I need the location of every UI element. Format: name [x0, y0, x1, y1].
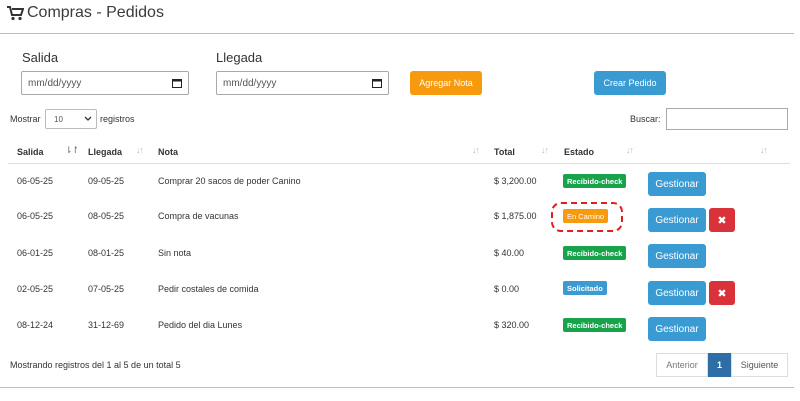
cell-total: $ 40.00: [494, 248, 525, 258]
cell-salida: 06-05-25: [17, 176, 54, 186]
calendar-icon[interactable]: [172, 78, 182, 88]
cell-total: $ 1,875.00: [494, 211, 537, 221]
cell-nota: Pedir costales de comida: [158, 284, 259, 294]
cell-salida: 02-05-25: [17, 284, 54, 294]
manage-button[interactable]: Gestionar: [648, 172, 706, 196]
cell-salida: 08-12-24: [17, 320, 54, 330]
records-label: registros: [100, 114, 135, 124]
show-label: Mostrar: [10, 114, 41, 124]
prev-page-button[interactable]: Anterior: [656, 353, 708, 377]
next-page-button[interactable]: Siguiente: [731, 353, 788, 377]
cell-llegada: 09-05-25: [88, 176, 125, 186]
column-header-estado[interactable]: Estado: [564, 147, 594, 157]
cell-total: $ 3,200.00: [494, 176, 537, 186]
column-header-nota[interactable]: Nota: [158, 147, 178, 157]
header-divider: [0, 33, 794, 34]
manage-button[interactable]: Gestionar: [648, 244, 706, 268]
cell-llegada: 08-01-25: [88, 248, 125, 258]
cell-total: $ 0.00: [494, 284, 520, 294]
cell-salida: 06-01-25: [17, 248, 54, 258]
manage-button[interactable]: Gestionar: [648, 208, 706, 232]
status-badge: Recibido-check: [563, 246, 627, 260]
status-badge: En Camino: [563, 209, 609, 223]
search-input[interactable]: [666, 108, 788, 130]
footer-divider: [0, 387, 794, 388]
cell-llegada: 07-05-25: [88, 284, 125, 294]
sort-icon[interactable]: ↓↑: [472, 145, 480, 155]
chevron-down-icon: [84, 116, 92, 121]
calendar-icon[interactable]: [372, 78, 382, 88]
status-badge: Recibido-check: [563, 174, 627, 188]
search-label: Buscar:: [630, 114, 661, 124]
sort-icon[interactable]: ↓↑: [760, 145, 768, 155]
records-summary: Mostrando registros del 1 al 5 de un tot…: [10, 360, 181, 370]
page-size-select[interactable]: 10: [45, 109, 97, 129]
cart-icon: [7, 6, 24, 21]
llegada-date-placeholder: mm/dd/yyyy: [223, 77, 277, 89]
delete-button[interactable]: ✖: [709, 281, 735, 305]
add-note-button[interactable]: Agregar Nota: [410, 71, 482, 95]
cell-salida: 06-05-25: [17, 211, 54, 221]
cell-nota: Comprar 20 sacos de poder Canino: [158, 176, 301, 186]
cell-nota: Compra de vacunas: [158, 211, 239, 221]
delete-button[interactable]: ✖: [709, 208, 735, 232]
cell-llegada: 08-05-25: [88, 211, 125, 221]
manage-button[interactable]: Gestionar: [648, 317, 706, 341]
sort-icon[interactable]: ↓↑: [541, 145, 549, 155]
create-order-button[interactable]: Crear Pedido: [594, 71, 666, 95]
close-icon: ✖: [717, 214, 727, 227]
sort-desc-icon[interactable]: ⇂↾: [65, 145, 79, 156]
page-title-text: Compras - Pedidos: [27, 4, 164, 21]
cell-nota: Sin nota: [158, 248, 192, 258]
sort-icon[interactable]: ↓↑: [136, 145, 144, 155]
page-title: Compras - Pedidos: [6, 4, 164, 22]
column-header-total[interactable]: Total: [494, 147, 515, 157]
sort-icon[interactable]: ↓↑: [626, 145, 634, 155]
page-1-button[interactable]: 1: [708, 353, 731, 377]
salida-label: Salida: [22, 50, 59, 65]
llegada-date-input[interactable]: mm/dd/yyyy: [216, 71, 389, 95]
salida-date-input[interactable]: mm/dd/yyyy: [21, 71, 189, 95]
page-size-value: 10: [54, 114, 63, 124]
manage-button[interactable]: Gestionar: [648, 281, 706, 305]
cell-total: $ 320.00: [494, 320, 530, 330]
status-badge: Recibido-check: [563, 318, 627, 332]
column-header-llegada[interactable]: Llegada: [88, 147, 122, 157]
close-icon: ✖: [717, 287, 727, 300]
llegada-label: Llegada: [216, 50, 263, 65]
column-header-salida[interactable]: Salida: [17, 147, 44, 157]
cell-llegada: 31-12-69: [88, 320, 125, 330]
status-badge: Solicitado: [563, 281, 607, 295]
salida-date-placeholder: mm/dd/yyyy: [28, 77, 82, 89]
cell-nota: Pedido del dia Lunes: [158, 320, 243, 330]
table-header-divider: [8, 163, 790, 164]
